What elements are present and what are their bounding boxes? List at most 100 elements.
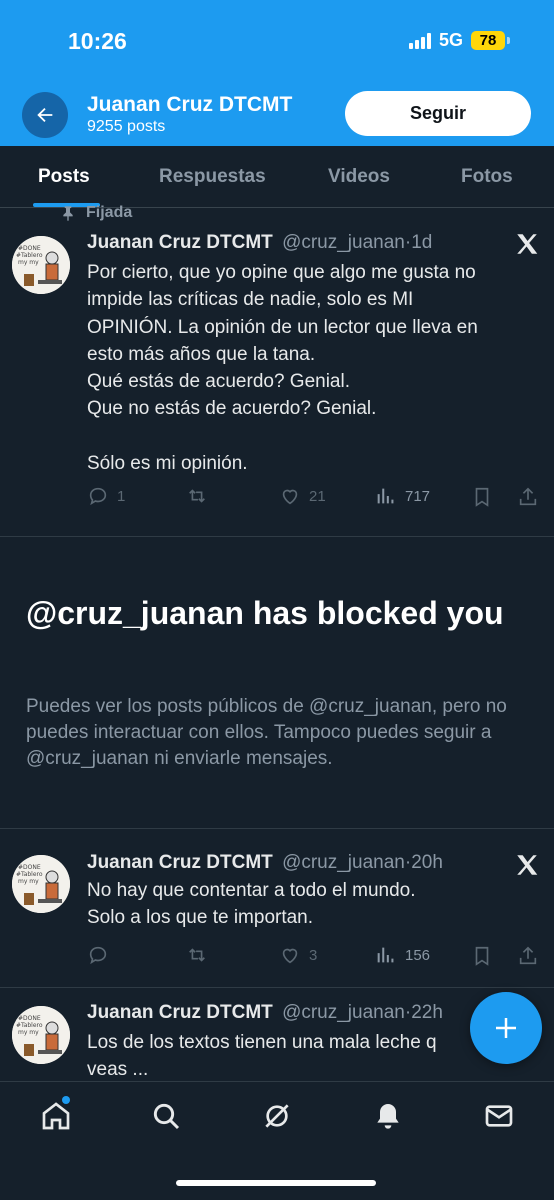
x-logo-icon[interactable]	[514, 852, 540, 878]
post-divider	[0, 828, 554, 829]
post-divider	[0, 536, 554, 537]
author-name[interactable]: Juanan Cruz DTCMT	[87, 1002, 273, 1023]
author-name[interactable]: Juanan Cruz DTCMT	[87, 852, 273, 873]
svg-text:my my: my my	[18, 259, 39, 266]
notification-dot	[62, 1096, 70, 1104]
profile-name: Juanan Cruz DTCMT	[87, 93, 293, 116]
tab-posts[interactable]: Posts	[38, 166, 90, 188]
compose-button[interactable]	[470, 992, 542, 1064]
heart-icon	[282, 948, 298, 964]
mail-icon[interactable]	[483, 1100, 515, 1132]
tab-respuestas[interactable]: Respuestas	[159, 166, 266, 188]
bell-icon[interactable]	[372, 1100, 404, 1132]
post-line: Por cierto, que yo opine que algo me gus…	[87, 262, 476, 283]
post-line: esto más años que la tana.	[87, 343, 316, 365]
x-logo-icon[interactable]	[514, 231, 540, 257]
svg-text:my my: my my	[18, 878, 39, 885]
post-header: Juanan Cruz DTCMT @cruz_juanan·20h	[87, 852, 443, 873]
battery-level: 78	[471, 31, 505, 50]
tab-videos[interactable]: Videos	[328, 166, 390, 188]
post-line: Solo a los que te importan.	[87, 907, 314, 929]
like-button[interactable]: 21	[279, 485, 326, 507]
avatar-illustration: #DONE #Tablero my my	[12, 236, 70, 294]
avatar[interactable]: #DONE #Tablero my my	[12, 1006, 70, 1064]
author-handle[interactable]: @cruz_juanan	[282, 852, 405, 873]
views-icon	[377, 488, 394, 504]
pinned-text: Fijada	[86, 204, 133, 221]
home-indicator	[176, 1180, 376, 1186]
heart-icon	[282, 489, 298, 505]
svg-text:#DONE: #DONE	[18, 864, 41, 871]
post-line: veas ...	[87, 1059, 149, 1081]
author-name[interactable]: Juanan Cruz DTCMT	[87, 232, 273, 253]
follow-button[interactable]: Seguir	[345, 91, 531, 136]
author-handle[interactable]: @cruz_juanan	[282, 232, 405, 253]
svg-text:#Tablero: #Tablero	[16, 252, 43, 259]
tab-fotos[interactable]: Fotos	[461, 166, 513, 188]
bookmark-icon[interactable]	[471, 944, 493, 968]
avatar[interactable]: #DONE #Tablero my my	[12, 236, 70, 294]
repost-icon	[189, 489, 205, 503]
reply-icon	[89, 946, 107, 965]
reply-count: 1	[117, 487, 126, 505]
signal-icon	[408, 32, 431, 49]
like-button[interactable]: 3	[279, 944, 317, 966]
grok-icon[interactable]	[261, 1100, 293, 1132]
views-button[interactable]: 717	[375, 485, 430, 507]
post-header: Juanan Cruz DTCMT @cruz_juanan·22h	[87, 1002, 443, 1023]
reply-icon	[89, 487, 107, 506]
post-actions: 3 156	[87, 944, 542, 970]
back-arrow-icon	[37, 107, 53, 123]
pin-icon	[63, 206, 73, 221]
back-button[interactable]	[22, 92, 68, 138]
avatar[interactable]: #DONE #Tablero my my	[12, 855, 70, 913]
author-handle[interactable]: @cruz_juanan	[282, 1002, 405, 1023]
reply-button[interactable]	[87, 944, 117, 966]
post-text: Los de los textos tienen una mala leche …	[87, 1029, 527, 1084]
post-text: Por cierto, que yo opine que algo me gus…	[87, 259, 527, 477]
share-icon[interactable]	[517, 485, 539, 509]
post-line	[87, 423, 527, 450]
share-icon[interactable]	[517, 944, 539, 968]
post-line: impide las críticas de nadie, solo es MI	[87, 289, 414, 311]
post-time: 1d	[411, 232, 433, 253]
bookmark-icon[interactable]	[471, 485, 493, 509]
view-count: 717	[405, 487, 431, 505]
post-time: 22h	[411, 1002, 443, 1023]
repost-icon	[189, 948, 205, 962]
post-header: Juanan Cruz DTCMT @cruz_juanan·1d	[87, 232, 433, 253]
home-icon[interactable]	[40, 1100, 72, 1132]
post-line: Qué estás de acuerdo? Genial.	[87, 371, 351, 393]
repost-button[interactable]	[185, 485, 217, 507]
search-icon[interactable]	[150, 1100, 182, 1132]
avatar-illustration: #DONE #Tablero my my	[12, 855, 70, 913]
pinned-label: Fijada	[60, 204, 132, 222]
svg-text:my my: my my	[18, 1029, 39, 1036]
views-icon	[377, 947, 394, 963]
profile-header: 10:26 5G 78 Juanan Cruz DTCMT 9255 posts…	[0, 0, 554, 146]
profile-tabs: Posts Respuestas Videos Fotos	[0, 146, 554, 208]
network-label: 5G	[438, 30, 463, 50]
view-count: 156	[405, 946, 431, 964]
post-actions: 1 21 717	[87, 485, 542, 511]
post-line: Que no estás de acuerdo? Genial.	[87, 398, 377, 420]
post-text: No hay que contentar a todo el mundo. So…	[87, 877, 527, 932]
posts-count: 9255 posts	[87, 118, 166, 135]
status-time: 10:26	[68, 28, 127, 54]
svg-text:#DONE: #DONE	[18, 245, 41, 252]
post-line: Los de los textos tienen una mala leche …	[87, 1032, 437, 1053]
battery-icon: 78	[471, 31, 510, 50]
post-divider	[0, 987, 554, 988]
blocked-title: @cruz_juanan has blocked you	[26, 595, 504, 631]
post-time: 20h	[411, 852, 443, 873]
views-button[interactable]: 156	[375, 944, 430, 966]
post-line: OPINIÓN. La opinión de un lector que lle…	[87, 316, 478, 338]
reply-button[interactable]: 1	[87, 485, 125, 507]
repost-button[interactable]	[185, 944, 217, 966]
post-line: Sólo es mi opinión.	[87, 452, 248, 474]
blocked-description: Puedes ver los posts públicos de @cruz_j…	[26, 696, 507, 769]
avatar-illustration: #DONE #Tablero my my	[12, 1006, 70, 1064]
status-indicators: 5G 78	[408, 30, 510, 51]
svg-text:#DONE: #DONE	[18, 1015, 41, 1022]
plus-icon	[496, 1018, 516, 1038]
